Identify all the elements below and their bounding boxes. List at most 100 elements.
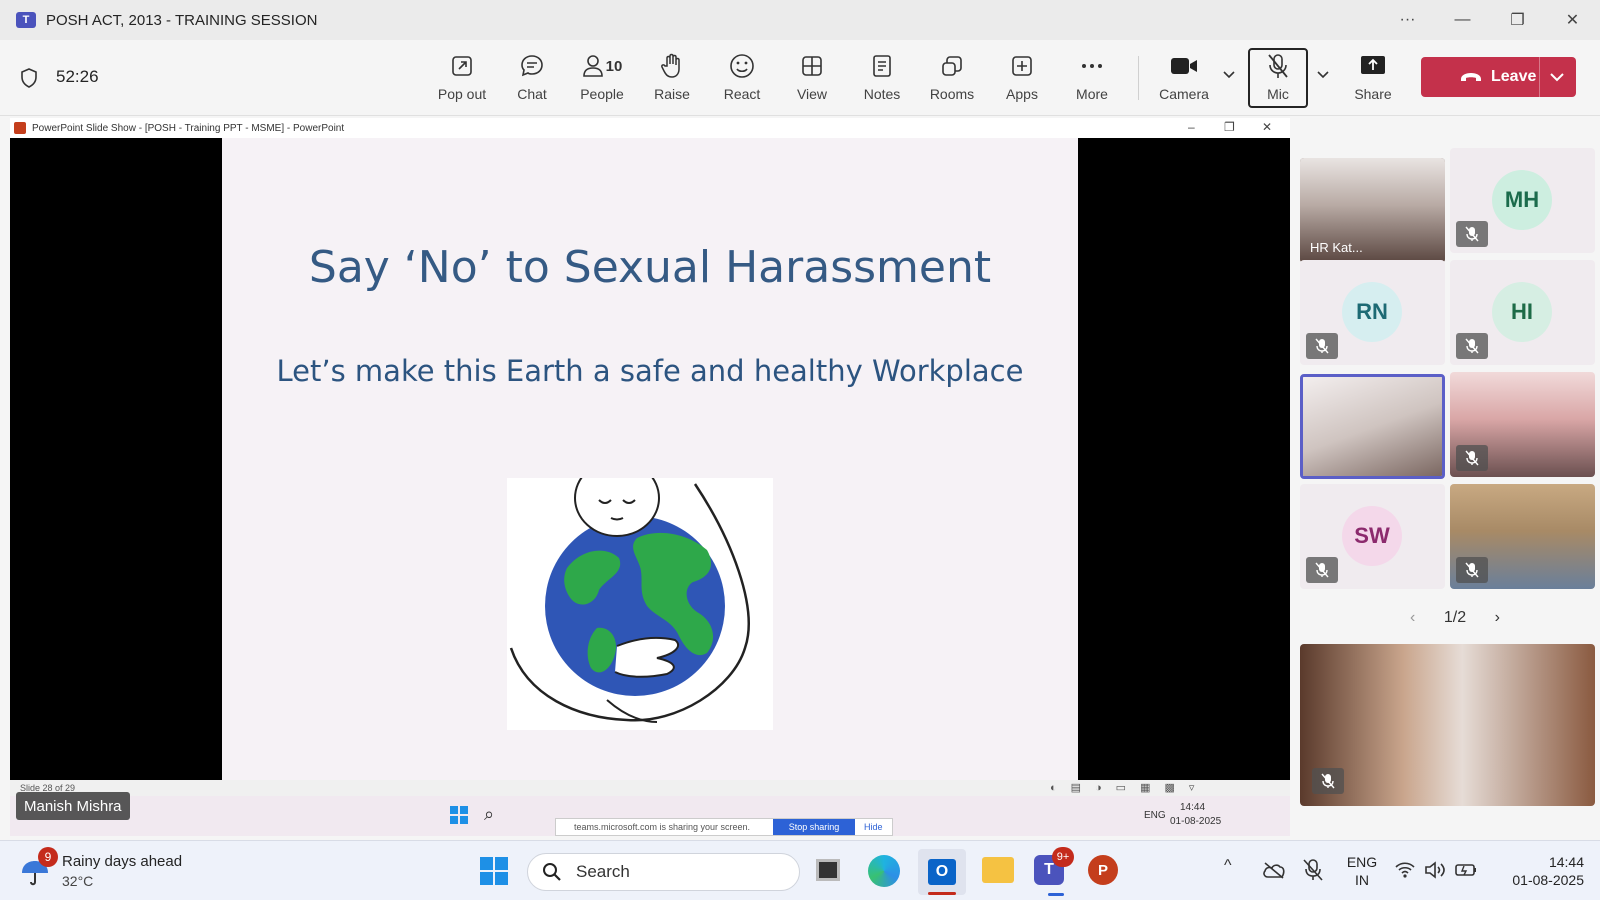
outlook-app-button[interactable]: O [918,849,966,895]
meeting-timer: 52:26 [56,67,99,86]
leave-label: Leave [1491,68,1537,85]
more-label: More [1076,86,1108,102]
minimize-button[interactable]: — [1435,0,1490,40]
video-feed [1303,377,1442,476]
clock[interactable]: 14:44 01-08-2025 [1494,853,1584,889]
restore-button[interactable]: ❐ [1490,0,1545,40]
muted-mic-icon [1456,445,1488,471]
more-options-button[interactable]: ··· [1380,0,1435,40]
slide-title: Say ‘No’ to Sexual Harassment [308,242,992,293]
participant-tile-active-speaker[interactable] [1300,374,1445,479]
avatar: HI [1492,282,1552,342]
file-explorer-icon[interactable] [982,857,1014,883]
muted-mic-icon [1306,557,1338,583]
smiley-icon [730,54,754,78]
participant-tile-sw[interactable]: SW [1300,484,1445,589]
raise-hand-button[interactable]: Raise [640,50,704,108]
gallery-pager: ‹ 1/2 › [1410,608,1500,628]
onedrive-offline-icon[interactable] [1262,861,1286,879]
teams-active-indicator [1048,893,1064,896]
participant-name: HR Kat... [1310,240,1363,255]
rooms-button[interactable]: Rooms [920,50,984,108]
shared-screen: PowerPoint Slide Show - [POSH - Training… [10,118,1290,836]
pager-prev-chevron-icon[interactable]: ‹ [1410,609,1415,627]
avatar: SW [1342,506,1402,566]
more-button[interactable]: More [1060,50,1124,108]
pager-next-chevron-icon[interactable]: › [1495,609,1500,627]
mic-button[interactable]: Mic [1246,50,1310,108]
powerpoint-icon [14,122,26,134]
battery-icon[interactable] [1454,861,1478,879]
self-video-tile[interactable] [1300,644,1595,806]
people-label: People [580,86,624,102]
hide-button[interactable]: Hide [864,822,883,832]
video-feed [1300,644,1595,806]
tray-chevron-up-icon[interactable]: ^ [1224,857,1232,875]
taskbar-search-box[interactable]: Search [527,853,800,891]
screen-share-notice: teams.microsoft.com is sharing your scre… [555,818,893,836]
shared-taskbar: ⌕ teams.microsoft.com is sharing your sc… [10,796,1290,836]
apps-button[interactable]: Apps [990,50,1054,108]
participant-tile-video[interactable] [1450,372,1595,477]
tray-mic-off-icon[interactable] [1302,858,1324,882]
task-view-icon[interactable] [816,859,840,881]
teams-logo-icon: T [16,12,36,28]
avatar: RN [1342,282,1402,342]
teams-badge: 9+ [1052,847,1074,867]
edge-browser-icon[interactable] [868,855,900,887]
close-button[interactable]: ✕ [1545,0,1600,40]
react-label: React [723,86,761,102]
search-label: Search [576,862,630,881]
mic-chevron-down-icon[interactable] [1316,70,1330,80]
search-icon [543,863,561,881]
windows-start-icon[interactable] [480,857,508,885]
popout-button[interactable]: Pop out [430,50,494,108]
clock-date: 01-08-2025 [1512,872,1584,888]
share-notice-text: teams.microsoft.com is sharing your scre… [574,822,751,832]
powerpoint-app-icon[interactable]: P [1088,855,1118,885]
raise-label: Raise [654,86,690,102]
leave-chevron-down-icon[interactable] [1549,72,1565,82]
ppt-minimize-icon: – [1188,120,1195,134]
notes-button[interactable]: Notes [850,50,914,108]
participant-tile-video[interactable]: HR Kat... [1300,158,1445,263]
presentation-slide: Say ‘No’ to Sexual Harassment Let’s make… [222,138,1078,780]
input-language[interactable]: ENG IN [1344,853,1380,889]
people-button[interactable]: 10 People [570,50,634,108]
earth-hug-illustration [507,459,773,730]
camera-button[interactable]: Camera [1151,50,1217,108]
ppt-window-bar: PowerPoint Slide Show - [POSH - Training… [10,118,1290,138]
muted-mic-icon [1312,768,1344,794]
lang-bottom: IN [1355,872,1369,888]
chat-button[interactable]: Chat [500,50,564,108]
camera-chevron-down-icon[interactable] [1222,70,1236,80]
window-titlebar: T POSH ACT, 2013 - TRAINING SESSION ··· … [0,0,1600,40]
ppt-status-bar: Slide 28 of 29 ◐▤◑▭▦▩▿ [10,780,1290,796]
wifi-icon[interactable] [1394,861,1416,879]
shared-lang: ENG [1144,810,1166,821]
leave-button[interactable]: Leave [1421,57,1576,97]
mic-label: Mic [1267,86,1289,102]
toolbar-separator [1138,56,1139,100]
participant-tile-mh[interactable]: MH [1450,148,1595,253]
people-count: 10 [605,57,623,75]
notes-icon [873,55,891,77]
globe-icon [509,459,750,723]
share-button[interactable]: Share [1341,50,1405,108]
volume-icon[interactable] [1424,861,1446,879]
weather-badge: 9 [38,847,58,867]
add-app-icon [1012,56,1032,76]
outlook-icon: O [928,859,956,885]
ppt-view-controls: ◐▤◑▭▦▩▿ [1050,782,1209,794]
notes-label: Notes [863,86,901,102]
participant-tile-video[interactable] [1450,484,1595,589]
window-title: POSH ACT, 2013 - TRAINING SESSION [46,11,318,29]
react-button[interactable]: React [710,50,774,108]
popout-icon [452,56,472,76]
stop-sharing-button[interactable]: Stop sharing [773,819,855,835]
view-button[interactable]: View [780,50,844,108]
shared-time: 14:44 [1180,802,1206,813]
participant-tile-rn[interactable]: RN [1300,260,1445,365]
participant-tile-hi[interactable]: HI [1450,260,1595,365]
rooms-label: Rooms [929,86,975,102]
